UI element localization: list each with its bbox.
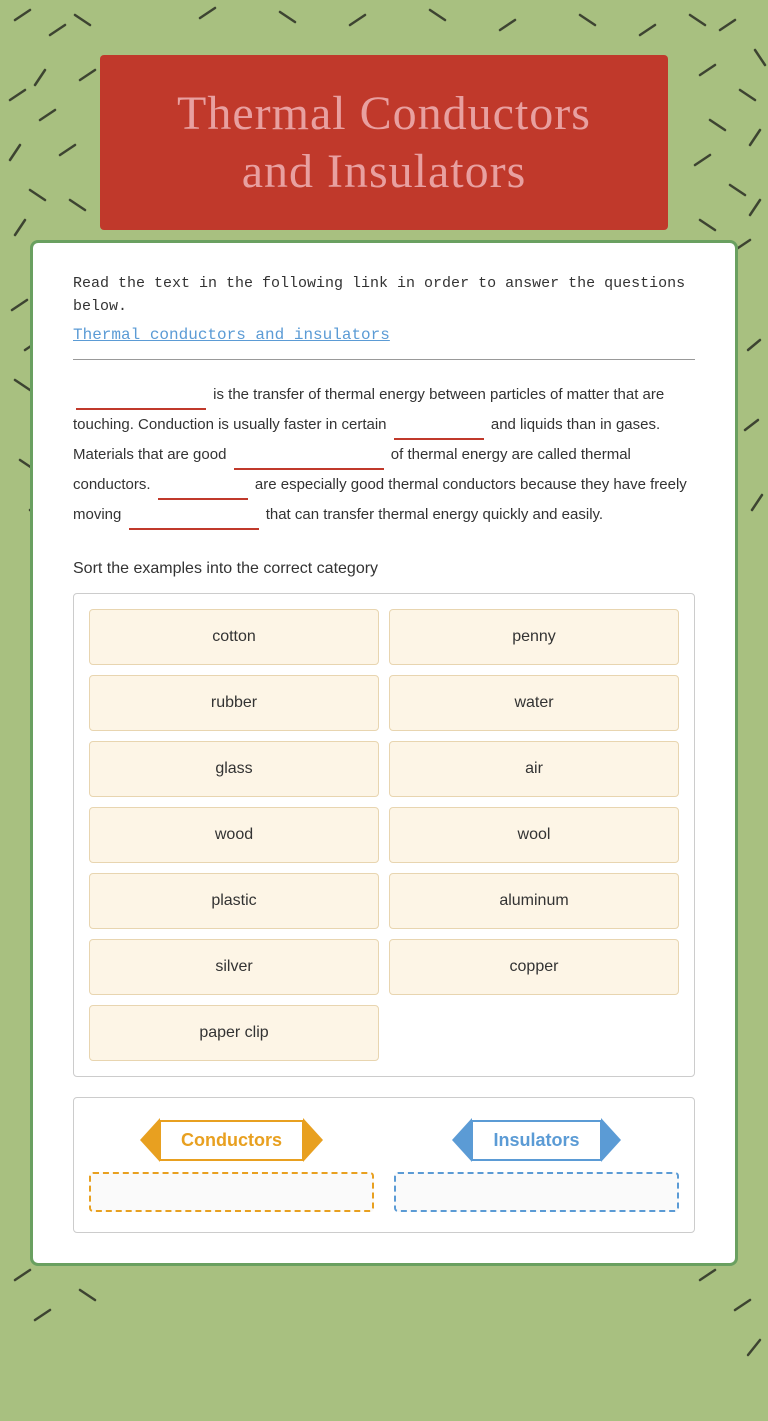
sort-item-plastic[interactable]: plastic — [89, 873, 379, 929]
divider — [73, 359, 695, 360]
insulators-label-wrapper: Insulators — [394, 1118, 679, 1162]
sort-item-penny[interactable]: penny — [389, 609, 679, 665]
article-link[interactable]: Thermal conductors and insulators — [73, 326, 695, 344]
sort-item-cotton[interactable]: cotton — [89, 609, 379, 665]
sort-item-aluminum[interactable]: aluminum — [389, 873, 679, 929]
conductors-label: Conductors — [159, 1120, 304, 1161]
sort-item-paperclip[interactable]: paper clip — [89, 1005, 379, 1061]
sort-item-glass[interactable]: glass — [89, 741, 379, 797]
insulators-drop-area[interactable] — [394, 1172, 679, 1212]
sort-instruction: Sort the examples into the correct categ… — [73, 560, 695, 578]
sort-item-copper[interactable]: copper — [389, 939, 679, 995]
blank-5[interactable] — [129, 528, 259, 530]
sort-item-water[interactable]: water — [389, 675, 679, 731]
conductors-arrow-left — [140, 1118, 160, 1162]
page-title: Thermal Conductors and Insulators — [140, 85, 628, 200]
insulators-arrow-right — [601, 1118, 621, 1162]
insulators-arrow-left — [452, 1118, 472, 1162]
conductors-drop-area[interactable] — [89, 1172, 374, 1212]
categories-section: Conductors Insulators — [73, 1097, 695, 1233]
blank-4[interactable] — [158, 498, 248, 500]
sort-item-air[interactable]: air — [389, 741, 679, 797]
insulators-label: Insulators — [471, 1120, 601, 1161]
conductors-label-wrapper: Conductors — [89, 1118, 374, 1162]
sort-grid: cotton penny rubber water glass air wood… — [89, 609, 679, 1061]
insulators-category: Insulators — [394, 1118, 679, 1212]
blank-2[interactable] — [394, 438, 484, 440]
sort-item-silver[interactable]: silver — [89, 939, 379, 995]
sort-item-rubber[interactable]: rubber — [89, 675, 379, 731]
fill-paragraph: is the transfer of thermal energy betwee… — [73, 380, 695, 530]
main-card: Read the text in the following link in o… — [30, 240, 738, 1266]
blank-1[interactable] — [76, 408, 206, 410]
blank-3[interactable] — [234, 468, 384, 470]
sort-grid-container: cotton penny rubber water glass air wood… — [73, 593, 695, 1077]
sort-item-wool[interactable]: wool — [389, 807, 679, 863]
page-header: Thermal Conductors and Insulators — [100, 55, 668, 230]
conductors-category: Conductors — [89, 1118, 374, 1212]
sort-item-wood[interactable]: wood — [89, 807, 379, 863]
instruction-text: Read the text in the following link in o… — [73, 273, 695, 318]
conductors-arrow-right — [303, 1118, 323, 1162]
